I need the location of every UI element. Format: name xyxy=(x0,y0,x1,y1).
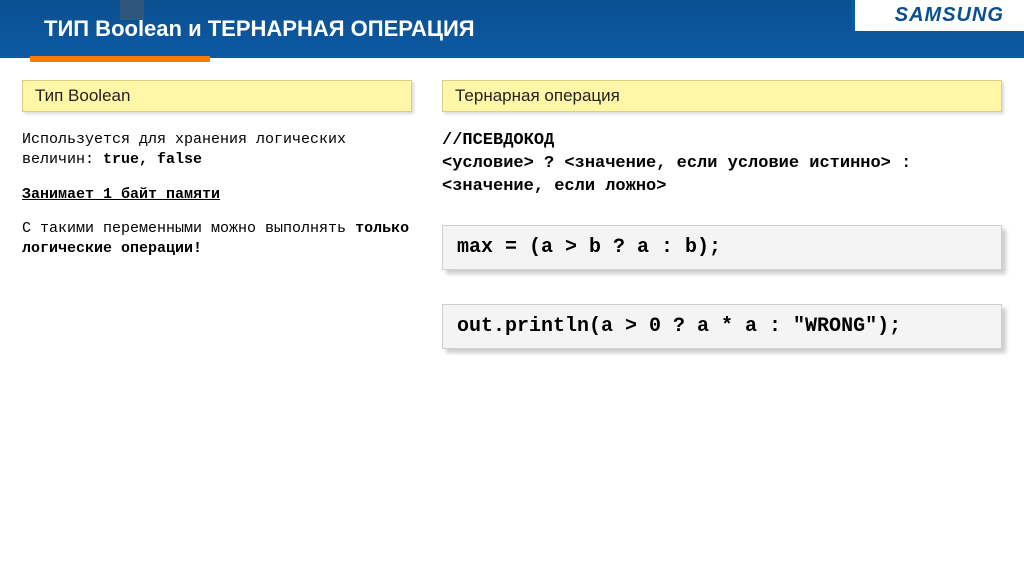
code-example-2: out.println(a > 0 ? a * a : "WRONG"); xyxy=(442,304,1002,349)
code-example-1: max = (a > b ? a : b); xyxy=(442,225,1002,270)
pseudo-line2: <условие> ? <значение, если условие исти… xyxy=(442,153,1002,199)
left-column: Тип Boolean Используется для хранения ло… xyxy=(22,80,412,383)
left-p1: Используется для хранения логических вел… xyxy=(22,130,412,171)
logo-wrap: SAMSUNG xyxy=(851,0,1024,31)
left-p3: С такими переменными можно выполнять тол… xyxy=(22,219,412,260)
slide-header: ТИП Boolean и ТЕРНАРНАЯ ОПЕРАЦИЯ SAMSUNG xyxy=(0,0,1024,58)
content-area: Тип Boolean Используется для хранения ло… xyxy=(0,58,1024,383)
label-boolean-type: Тип Boolean xyxy=(22,80,412,112)
label-ternary: Тернарная операция xyxy=(442,80,1002,112)
left-p2: Занимает 1 байт памяти xyxy=(22,185,412,205)
accent-bar xyxy=(30,56,210,62)
slide-title: ТИП Boolean и ТЕРНАРНАЯ ОПЕРАЦИЯ xyxy=(44,16,475,42)
left-p3-prefix: С такими переменными можно выполнять xyxy=(22,220,355,237)
right-column: Тернарная операция //ПСЕВДОКОД <условие>… xyxy=(442,80,1002,383)
left-p1-code: true, false xyxy=(103,151,202,168)
samsung-logo: SAMSUNG xyxy=(895,4,1004,26)
pseudo-line1: //ПСЕВДОКОД xyxy=(442,130,1002,153)
pseudo-code: //ПСЕВДОКОД <условие> ? <значение, если … xyxy=(442,130,1002,199)
left-text: Используется для хранения логических вел… xyxy=(22,130,412,259)
